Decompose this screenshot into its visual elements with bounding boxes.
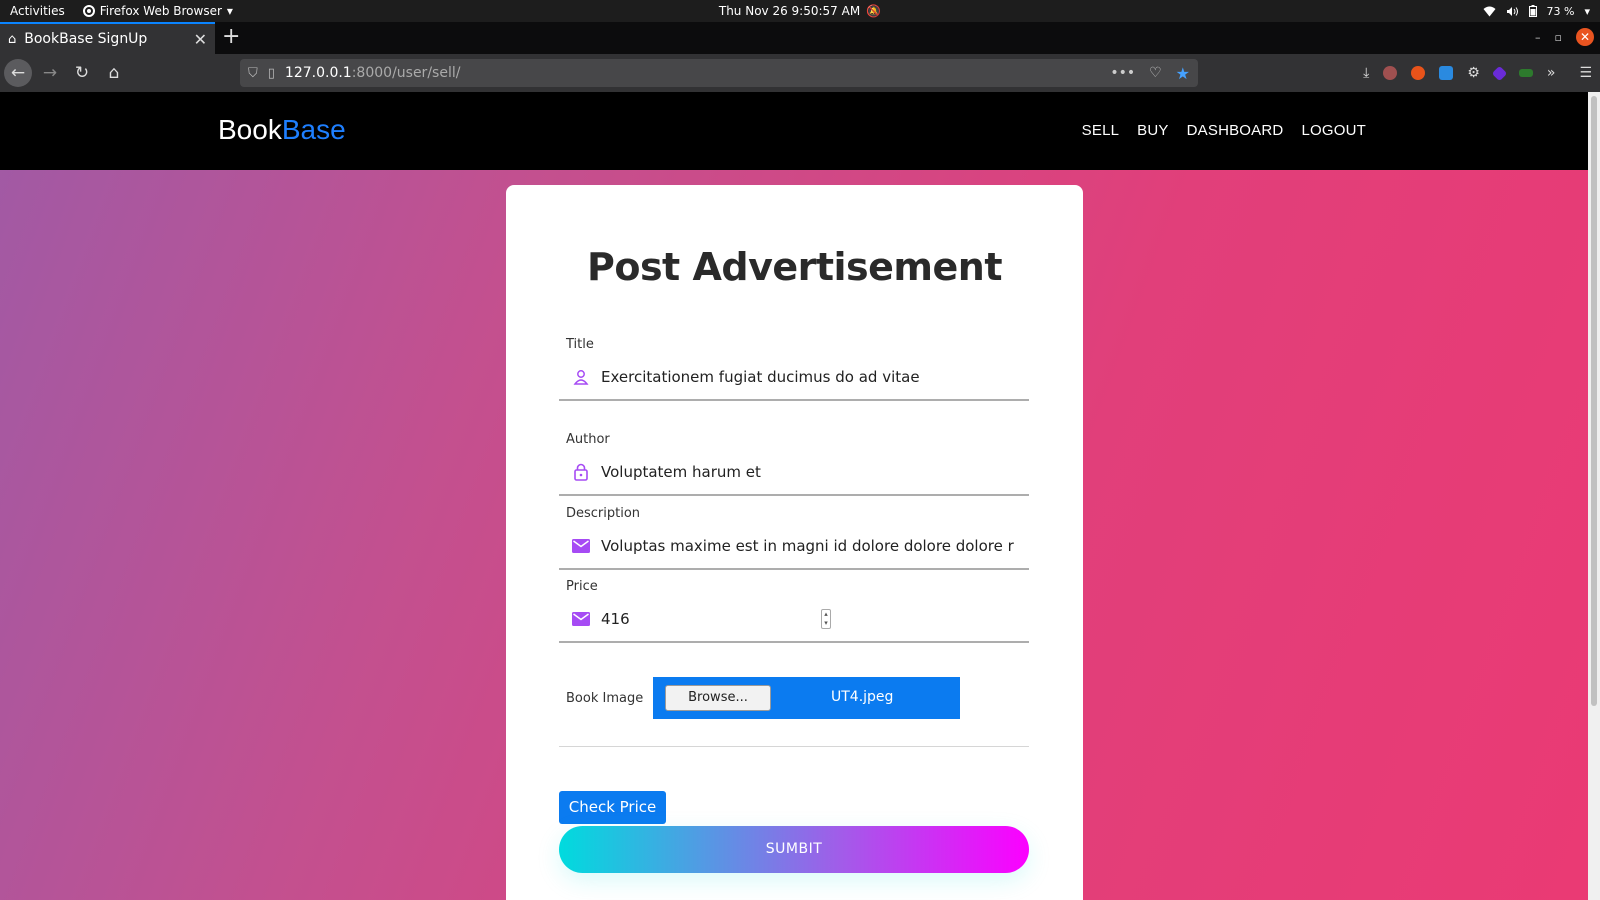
author-label: Author [566, 432, 610, 447]
reload-button[interactable]: ↻ [68, 59, 96, 87]
wifi-icon [1483, 6, 1496, 16]
caret-down-icon: ▾ [1584, 4, 1590, 18]
extension-icon[interactable]: ⚙ [1467, 65, 1480, 81]
url-bar[interactable]: ⛉ ▯ 127.0.0.1:8000/user/sell/ ••• ♡ ★ [240, 59, 1198, 87]
extension-icon[interactable] [1439, 66, 1454, 80]
minimize-icon[interactable]: – [1535, 31, 1541, 44]
nav-logout-link[interactable]: LOGOUT [1301, 122, 1366, 139]
price-value: 416 [601, 610, 630, 628]
description-value: Voluptas maxime est in magni id dolore d… [601, 537, 1014, 555]
post-ad-card: Post Advertisement Title Exercitationem … [506, 185, 1083, 900]
title-value: Exercitationem fugiat ducimus do ad vita… [601, 368, 920, 386]
activities-button[interactable]: Activities [0, 4, 75, 18]
nav-sell-link[interactable]: SELL [1082, 122, 1120, 139]
volume-icon [1506, 6, 1518, 16]
clock-text: Thu Nov 26 9:50:57 AM [718, 4, 861, 18]
page-title: Post Advertisement [586, 245, 1003, 289]
browser-tab[interactable]: ⌂ BookBase SignUp ✕ [0, 22, 215, 54]
page-scrollbar[interactable] [1588, 92, 1600, 900]
file-input[interactable]: Browse... UT4.jpeg [653, 677, 960, 719]
clock[interactable]: Thu Nov 26 9:50:57 AM 🔕 [700, 4, 900, 18]
nav-dashboard-link[interactable]: DASHBOARD [1187, 122, 1284, 139]
restore-icon[interactable]: ▫ [1555, 31, 1562, 44]
book-image-field: Book Image Browse... UT4.jpeg [559, 677, 1029, 747]
check-price-button[interactable]: Check Price [559, 791, 666, 824]
more-actions-icon[interactable]: ••• [1110, 65, 1135, 81]
user-icon [571, 369, 591, 385]
system-tray[interactable]: 73 % ▾ [1483, 0, 1590, 22]
title-label: Title [566, 337, 594, 352]
back-button[interactable]: ← [4, 59, 32, 87]
battery-icon [1528, 5, 1537, 17]
home-button[interactable]: ⌂ [100, 59, 128, 87]
toolbar-extensions: ⤓ ⚙ » ☰ [1363, 54, 1592, 92]
envelope-icon [571, 539, 591, 553]
page-viewport: BookBase SELL BUY DASHBOARD LOGOUT Post … [0, 92, 1588, 900]
number-spinner[interactable]: ▴ ▾ [821, 609, 831, 629]
book-image-label: Book Image [566, 691, 644, 706]
extension-icon[interactable] [1411, 66, 1426, 80]
extension-icon[interactable] [1518, 69, 1533, 77]
caret-down-icon: ▾ [226, 4, 233, 18]
description-label: Description [566, 506, 641, 521]
home-favicon-icon: ⌂ [8, 31, 17, 47]
description-input[interactable]: Voluptas maxime est in magni id dolore d… [559, 524, 1029, 570]
brand-part-1: Book [218, 114, 282, 145]
overflow-chevron-icon[interactable]: » [1547, 65, 1556, 81]
navigation-toolbar: ← → ↻ ⌂ ⛉ ▯ 127.0.0.1:8000/user/sell/ ••… [0, 54, 1600, 92]
extension-icon[interactable] [1491, 65, 1508, 81]
app-menu-label: Firefox Web Browser [99, 4, 222, 18]
price-input[interactable]: 416 ▴ ▾ [559, 597, 1029, 643]
submit-button[interactable]: SUMBIT [559, 826, 1029, 873]
battery-percent: 73 % [1546, 4, 1575, 18]
scrollbar-thumb[interactable] [1591, 96, 1597, 706]
author-input[interactable]: Voluptatem harum et [559, 450, 1029, 496]
brand-part-2: Base [281, 114, 346, 145]
envelope-icon [571, 612, 591, 626]
author-value: Voluptatem harum et [601, 463, 761, 481]
pocket-icon[interactable]: ♡ [1149, 65, 1162, 81]
window-controls: – ▫ ✕ [1535, 28, 1594, 46]
firefox-icon [82, 5, 95, 17]
app-menu[interactable]: Firefox Web Browser ▾ [75, 4, 241, 18]
price-label: Price [566, 579, 598, 594]
url-host: 127.0.0.1 [284, 65, 352, 81]
close-tab-icon[interactable]: ✕ [194, 30, 207, 49]
bookmark-star-icon[interactable]: ★ [1176, 64, 1190, 83]
download-icon[interactable]: ⤓ [1363, 65, 1369, 81]
extension-icon[interactable] [1383, 66, 1398, 80]
new-tab-button[interactable]: + [222, 24, 240, 50]
url-path: :8000/user/sell/ [351, 65, 461, 81]
selected-file-name: UT4.jpeg [831, 689, 894, 705]
system-top-bar: Activities Firefox Web Browser ▾ Thu Nov… [0, 0, 1600, 22]
forward-button[interactable]: → [36, 59, 64, 87]
hamburger-menu-icon[interactable]: ☰ [1579, 65, 1592, 81]
tab-title: BookBase SignUp [24, 31, 148, 47]
nav-buy-link[interactable]: BUY [1137, 122, 1168, 139]
brand-logo[interactable]: BookBase [218, 114, 346, 146]
tab-strip: ⌂ BookBase SignUp ✕ + – ▫ ✕ [0, 22, 1600, 54]
title-input[interactable]: Exercitationem fugiat ducimus do ad vita… [559, 355, 1029, 401]
lock-icon [571, 463, 591, 481]
close-window-icon[interactable]: ✕ [1576, 28, 1594, 46]
bell-muted-icon: 🔕 [866, 4, 882, 18]
shield-icon[interactable]: ⛉ [248, 66, 258, 81]
site-nav: SELL BUY DASHBOARD LOGOUT [1082, 122, 1366, 139]
site-header: BookBase SELL BUY DASHBOARD LOGOUT [0, 92, 1588, 170]
page-icon: ▯ [267, 65, 275, 81]
browse-button[interactable]: Browse... [665, 685, 771, 711]
